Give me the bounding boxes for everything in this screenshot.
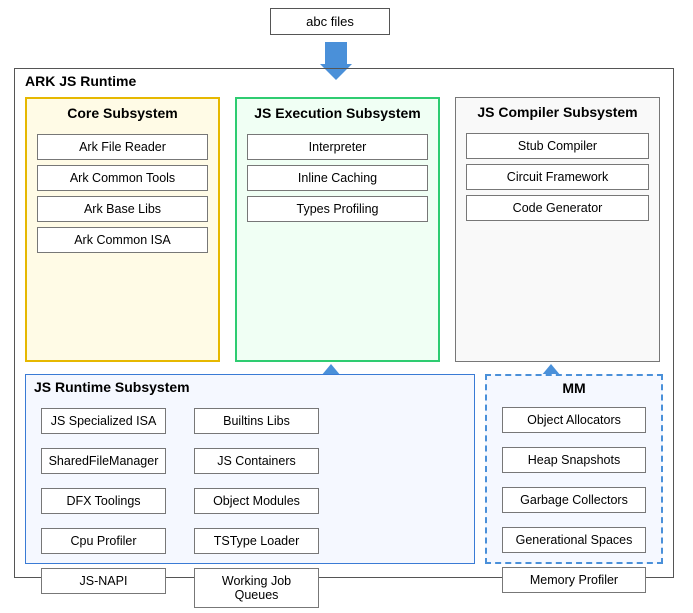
exec-subsystem-title: JS Execution Subsystem bbox=[237, 99, 438, 129]
main-box: ARK JS Runtime Core Subsystem Ark File R… bbox=[14, 68, 674, 578]
arrow-shaft bbox=[325, 42, 347, 64]
abc-files-label: abc files bbox=[306, 14, 354, 29]
core-item-2: Ark Base Libs bbox=[37, 196, 208, 222]
core-subsystem-title: Core Subsystem bbox=[27, 99, 218, 129]
core-item-0: Ark File Reader bbox=[37, 134, 208, 160]
exec-item-0: Interpreter bbox=[247, 134, 428, 160]
compiler-subsystem-title: JS Compiler Subsystem bbox=[456, 98, 659, 128]
runtime-col2-item-1: JS Containers bbox=[194, 448, 319, 474]
mm-item-3: Generational Spaces bbox=[502, 527, 646, 553]
mm-item-0: Object Allocators bbox=[502, 407, 646, 433]
core-subsystem-box: Core Subsystem Ark File Reader Ark Commo… bbox=[25, 97, 220, 362]
core-item-1: Ark Common Tools bbox=[37, 165, 208, 191]
runtime-col2-item-3: TSType Loader bbox=[194, 528, 319, 554]
runtime-col2-item-2: Object Modules bbox=[194, 488, 319, 514]
mm-item-4: Memory Profiler bbox=[502, 567, 646, 593]
runtime-col-1: JS Specialized ISA SharedFileManager DFX… bbox=[31, 403, 176, 599]
runtime-subsystem-title: JS Runtime Subsystem bbox=[26, 375, 474, 401]
runtime-col1-item-4: JS-NAPI bbox=[41, 568, 166, 594]
mm-item-1: Heap Snapshots bbox=[502, 447, 646, 473]
exec-item-1: Inline Caching bbox=[247, 165, 428, 191]
runtime-col1-item-3: Cpu Profiler bbox=[41, 528, 166, 554]
runtime-col2-item-0: Builtins Libs bbox=[194, 408, 319, 434]
compiler-item-0: Stub Compiler bbox=[466, 133, 649, 159]
compiler-subsystem-box: JS Compiler Subsystem Stub Compiler Circ… bbox=[455, 97, 660, 362]
page: abc files ARK JS Runtime Core Subsystem … bbox=[0, 0, 693, 592]
runtime-col-2: Builtins Libs JS Containers Object Modul… bbox=[184, 403, 329, 613]
runtime-col2-item-4: Working Job Queues bbox=[194, 568, 319, 608]
mm-item-2: Garbage Collectors bbox=[502, 487, 646, 513]
mm-box: MM Object Allocators Heap Snapshots Garb… bbox=[485, 374, 663, 564]
compiler-item-2: Code Generator bbox=[466, 195, 649, 221]
runtime-col1-item-0: JS Specialized ISA bbox=[41, 408, 166, 434]
core-item-3: Ark Common ISA bbox=[37, 227, 208, 253]
runtime-col1-item-2: DFX Toolings bbox=[41, 488, 166, 514]
compiler-item-1: Circuit Framework bbox=[466, 164, 649, 190]
exec-item-2: Types Profiling bbox=[247, 196, 428, 222]
exec-subsystem-box: JS Execution Subsystem Interpreter Inlin… bbox=[235, 97, 440, 362]
runtime-col1-item-1: SharedFileManager bbox=[41, 448, 166, 474]
main-box-title: ARK JS Runtime bbox=[25, 73, 136, 89]
abc-files-box: abc files bbox=[270, 8, 390, 35]
runtime-subsystem-box: JS Runtime Subsystem JS Specialized ISA … bbox=[25, 374, 475, 564]
mm-title: MM bbox=[487, 376, 661, 402]
mm-col: Object Allocators Heap Snapshots Garbage… bbox=[487, 402, 661, 598]
